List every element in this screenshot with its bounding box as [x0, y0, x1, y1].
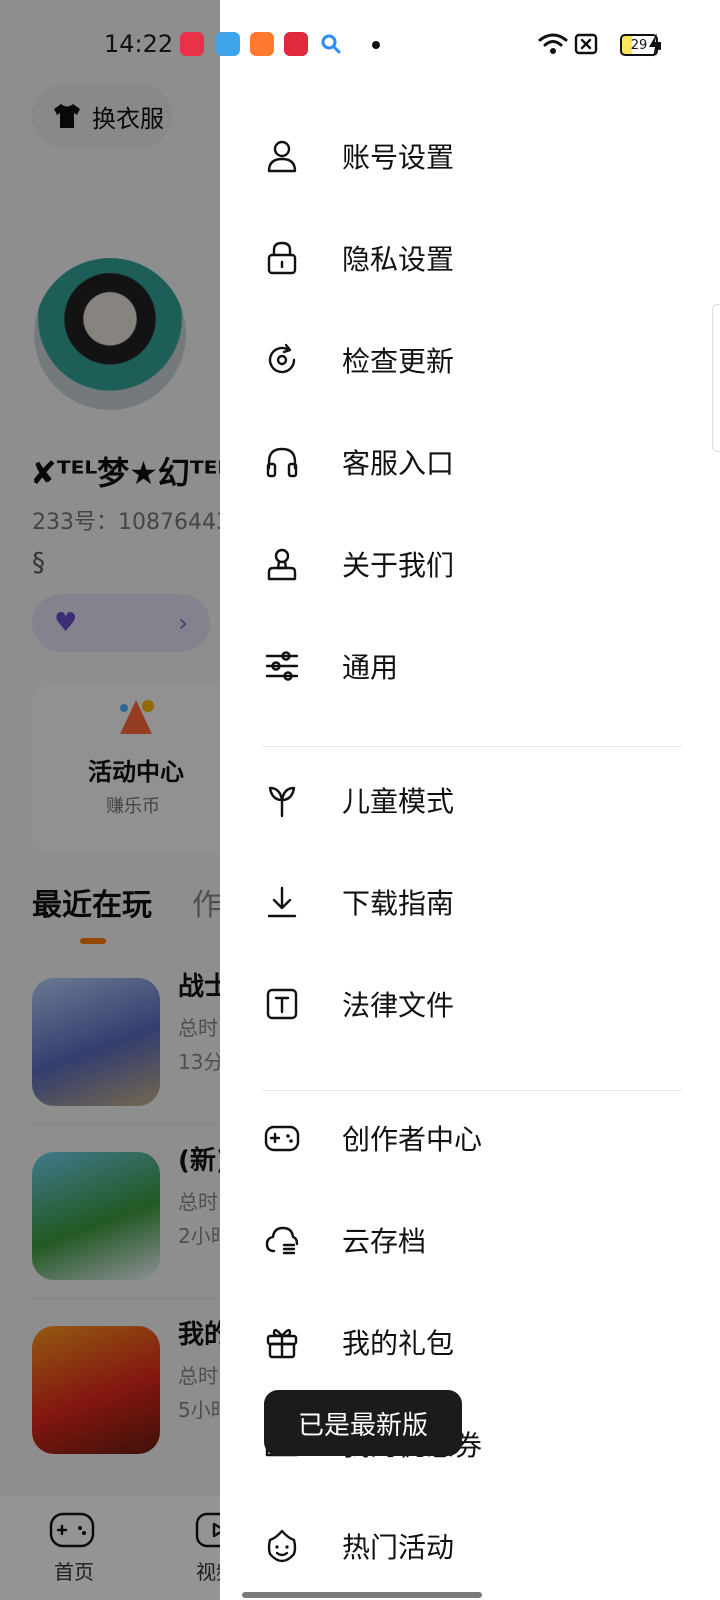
- menu-item-kids-mode[interactable]: 儿童模式: [220, 758, 690, 838]
- status-time: 14:22: [104, 30, 174, 58]
- menu-item-label: 检查更新: [342, 345, 455, 378]
- document-t-icon: [266, 988, 298, 1020]
- menu-divider: [262, 746, 682, 747]
- menu-divider: [262, 1090, 682, 1091]
- screen-record-icon: [180, 32, 204, 56]
- headset-icon: [266, 447, 298, 478]
- app-icon: [284, 32, 308, 56]
- gift-icon: [266, 1328, 298, 1359]
- edge-handle[interactable]: [712, 304, 720, 452]
- menu-item-creator-center[interactable]: 创作者中心: [220, 1096, 690, 1176]
- menu-item-legal-documents[interactable]: 法律文件: [220, 962, 690, 1042]
- menu-item-check-update[interactable]: 检查更新: [220, 318, 690, 398]
- menu-item-general[interactable]: 通用: [220, 624, 690, 704]
- wifi-icon: [538, 33, 568, 54]
- menu-item-label: 云存档: [342, 1225, 427, 1258]
- menu-item-privacy-settings[interactable]: 隐私设置: [220, 216, 690, 296]
- menu-item-label: 创作者中心: [342, 1123, 483, 1156]
- menu-item-customer-service[interactable]: 客服入口: [220, 420, 690, 500]
- game-icon: [250, 32, 274, 56]
- menu-item-label: 客服入口: [342, 447, 455, 480]
- battery-level: 29: [630, 37, 648, 53]
- toast-message: 已是最新版: [264, 1390, 462, 1456]
- menu-item-label: 账号设置: [342, 141, 455, 174]
- menu-item-hot-events[interactable]: 热门活动: [220, 1504, 690, 1584]
- sliders-icon: [265, 651, 299, 681]
- stamp-icon: [267, 548, 297, 581]
- cloud-icon: [265, 1226, 299, 1255]
- download-icon: [267, 886, 297, 918]
- sprout-icon: [268, 786, 296, 818]
- refresh-icon: [268, 343, 296, 374]
- menu-item-about-us[interactable]: 关于我们: [220, 522, 690, 602]
- lock-icon: [267, 241, 297, 275]
- menu-item-label: 隐私设置: [342, 243, 455, 276]
- notification-dot: [372, 41, 380, 49]
- charging-icon: [649, 33, 661, 57]
- sim-x-icon: [574, 33, 598, 55]
- menu-item-label: 热门活动: [342, 1531, 455, 1564]
- gamepad-icon: [264, 1125, 300, 1152]
- search-icon: [321, 34, 341, 54]
- home-indicator[interactable]: [242, 1592, 482, 1598]
- menu-item-label: 下载指南: [342, 887, 455, 920]
- smile-icon: [267, 1529, 297, 1563]
- menu-item-download-guide[interactable]: 下载指南: [220, 860, 690, 940]
- menu-item-label: 儿童模式: [342, 785, 455, 818]
- menu-item-my-gift-pack[interactable]: 我的礼包: [220, 1300, 690, 1380]
- menu-item-account-settings[interactable]: 账号设置: [220, 114, 690, 194]
- app-icon: [216, 32, 240, 56]
- menu-item-cloud-save[interactable]: 云存档: [220, 1198, 690, 1278]
- person-icon: [267, 140, 297, 173]
- menu-item-label: 通用: [342, 651, 399, 684]
- status-bar: 14:22 29: [0, 0, 720, 90]
- menu-item-label: 法律文件: [342, 989, 455, 1022]
- menu-item-label: 关于我们: [342, 549, 455, 582]
- menu-item-label: 我的礼包: [342, 1327, 455, 1360]
